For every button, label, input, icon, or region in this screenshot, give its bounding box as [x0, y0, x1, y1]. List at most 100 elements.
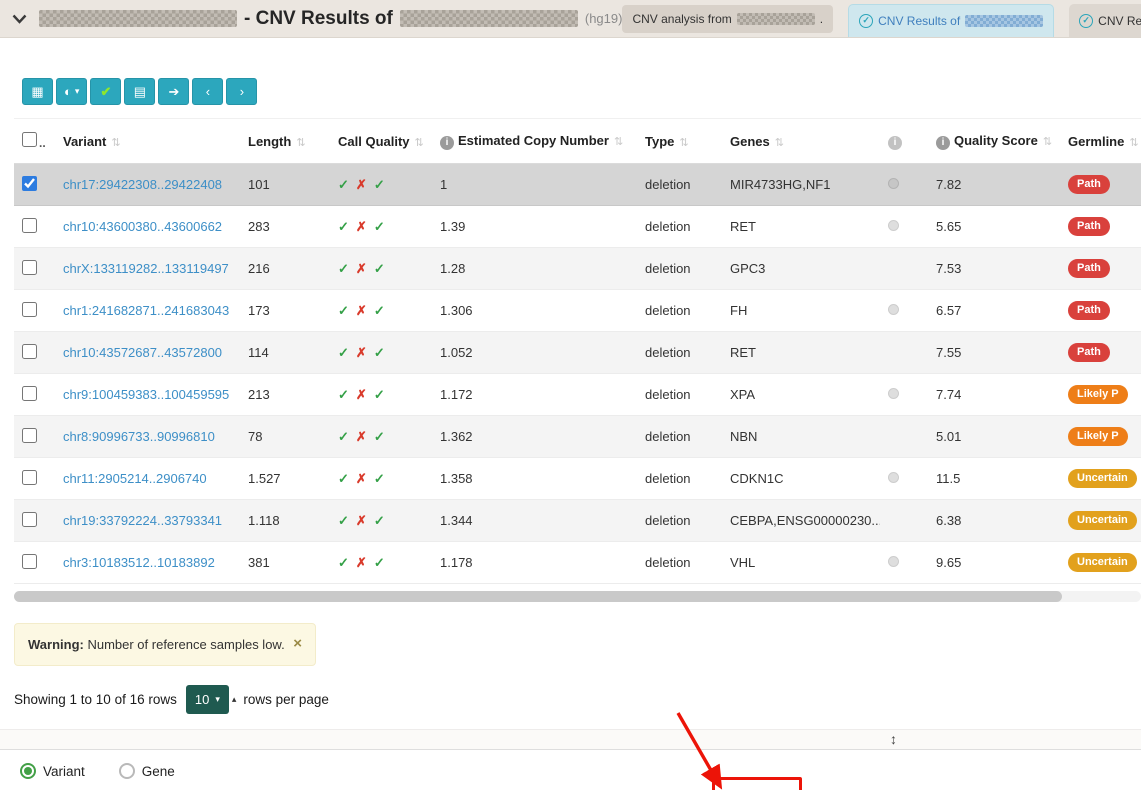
top-header-bar: - CNV Results of (hg19) CNV analysis fro… [0, 0, 1141, 38]
check-icon: ✓ [374, 261, 385, 276]
row-checkbox[interactable] [22, 386, 37, 401]
column-genes[interactable]: Genes⇅ [722, 119, 880, 164]
panel-splitter[interactable]: ↕ [0, 729, 1141, 750]
visibility-button[interactable]: ◐▾ [56, 78, 87, 105]
length-cell: 283 [240, 206, 330, 248]
row-checkbox[interactable] [22, 554, 37, 569]
row-checkbox[interactable] [22, 428, 37, 443]
row-checkbox[interactable] [22, 176, 37, 191]
sort-icon[interactable]: ⇅ [111, 137, 120, 149]
redacted-text [737, 13, 815, 25]
check-icon: ✓ [338, 177, 349, 192]
table-row[interactable]: chr11:2905214..2906740 1.527 ✓✗✓ 1.358 d… [14, 458, 1141, 500]
table-row[interactable]: chr1:241682871..241683043 173 ✓✗✓ 1.306 … [14, 290, 1141, 332]
column-quality-score[interactable]: iQuality Score⇅ [928, 119, 1060, 164]
tab-label: CNV Results of [878, 14, 960, 28]
table-row[interactable]: chr9:100459383..100459595 213 ✓✗✓ 1.172 … [14, 374, 1141, 416]
table-row[interactable]: chrX:133119282..133119497 216 ✓✗✓ 1.28 d… [14, 248, 1141, 290]
call-quality-cell: ✓✗✓ [330, 248, 432, 290]
sort-icon[interactable]: ⇅ [679, 137, 688, 149]
table-row[interactable]: chr10:43600380..43600662 283 ✓✗✓ 1.39 de… [14, 206, 1141, 248]
variant-link[interactable]: chr11:2905214..2906740 [63, 471, 207, 486]
germline-badge: Path [1068, 343, 1110, 362]
germline-cell: Uncertain [1060, 542, 1141, 584]
column-call-quality[interactable]: Call Quality⇅ [330, 119, 432, 164]
variant-link[interactable]: chr1:241682871..241683043 [63, 303, 229, 318]
variant-link[interactable]: chr17:29422308..29422408 [63, 177, 222, 192]
column-length[interactable]: Length⇅ [240, 119, 330, 164]
variant-link[interactable]: chr9:100459383..100459595 [63, 387, 229, 402]
cross-icon: ✗ [356, 177, 367, 192]
export-button[interactable]: ▤ [124, 78, 155, 105]
sort-icon[interactable]: ⇅ [296, 137, 305, 149]
resize-handle-icon[interactable]: ↕ [890, 731, 897, 747]
info-dot-cell [880, 248, 928, 290]
germline-cell: Uncertain [1060, 458, 1141, 500]
table-row[interactable]: chr3:10183512..10183892 381 ✓✗✓ 1.178 de… [14, 542, 1141, 584]
quality-score-cell: 9.65 [928, 542, 1060, 584]
next-page-button[interactable]: › [226, 78, 257, 105]
chevron-left-icon: ‹ [206, 84, 210, 99]
close-icon[interactable]: × [293, 637, 302, 650]
variant-link[interactable]: chr3:10183512..10183892 [63, 555, 215, 570]
column-type[interactable]: Type⇅ [637, 119, 722, 164]
type-cell: deletion [637, 416, 722, 458]
app-window: - CNV Results of (hg19) CNV analysis fro… [0, 0, 1141, 790]
check-icon: ✓ [338, 429, 349, 444]
row-checkbox[interactable] [22, 470, 37, 485]
copy-number-cell: 1.358 [432, 458, 637, 500]
sort-icon[interactable]: ⇅ [614, 136, 623, 148]
radio-variant[interactable]: Variant [20, 763, 85, 779]
genes-cell: RET [722, 332, 880, 374]
row-checkbox[interactable] [22, 512, 37, 527]
prev-page-button[interactable]: ‹ [192, 78, 223, 105]
length-cell: 1.527 [240, 458, 330, 500]
row-checkbox[interactable] [22, 260, 37, 275]
page-size-dropdown[interactable]: 10 ▾ [186, 685, 229, 714]
row-checkbox[interactable] [22, 344, 37, 359]
variant-link[interactable]: chr10:43600380..43600662 [63, 219, 222, 234]
validate-button[interactable]: ✔ [90, 78, 121, 105]
variant-link[interactable]: chr19:33792224..33793341 [63, 513, 222, 528]
sort-icon[interactable]: ⇅ [775, 137, 784, 149]
info-icon: i [440, 136, 454, 150]
table-row[interactable]: chr8:90996733..90996810 78 ✓✗✓ 1.362 del… [14, 416, 1141, 458]
scrollbar-thumb[interactable] [14, 591, 1062, 602]
column-variant[interactable]: Variant⇅ [55, 119, 240, 164]
tab-cnv-analysis[interactable]: CNV analysis from . [622, 5, 833, 33]
quality-score-cell: 7.82 [928, 164, 1060, 206]
germline-cell: Path [1060, 206, 1141, 248]
sort-icon[interactable]: ⇅ [1129, 137, 1138, 149]
copy-number-cell: 1.306 [432, 290, 637, 332]
radio-icon[interactable] [20, 763, 36, 779]
sort-icon[interactable]: ⇅ [415, 137, 424, 149]
type-cell: deletion [637, 290, 722, 332]
collapse-chevron-icon[interactable] [12, 14, 27, 24]
variant-link[interactable]: chr8:90996733..90996810 [63, 429, 215, 444]
quality-score-cell: 5.01 [928, 416, 1060, 458]
radio-icon[interactable] [119, 763, 135, 779]
genes-cell: CEBPA,ENSG00000230... [722, 500, 880, 542]
tab-cnv-results[interactable]: ✓ CNV Results of [1069, 4, 1141, 38]
table-row[interactable]: chr10:43572687..43572800 114 ✓✗✓ 1.052 d… [14, 332, 1141, 374]
columns-button[interactable]: ▦ [22, 78, 53, 105]
row-checkbox[interactable] [22, 218, 37, 233]
column-copy-number[interactable]: iEstimated Copy Number⇅ [432, 119, 637, 164]
send-button[interactable]: ➔ [158, 78, 189, 105]
row-checkbox[interactable] [22, 302, 37, 317]
column-germline[interactable]: Germline⇅ [1060, 119, 1141, 164]
germline-cell: Likely P [1060, 374, 1141, 416]
tab-label: CNV analysis from [632, 12, 731, 26]
variant-link[interactable]: chrX:133119282..133119497 [63, 261, 229, 276]
horizontal-scrollbar[interactable] [14, 591, 1141, 602]
variant-link[interactable]: chr10:43572687..43572800 [63, 345, 222, 360]
table-row[interactable]: chr19:33792224..33793341 1.118 ✓✗✓ 1.344… [14, 500, 1141, 542]
tab-cnv-results-active[interactable]: ✓ CNV Results of [848, 4, 1054, 38]
select-all-checkbox[interactable] [22, 132, 37, 147]
table-row[interactable]: chr17:29422308..29422408 101 ✓✗✓ 1 delet… [14, 164, 1141, 206]
germline-badge: Path [1068, 301, 1110, 320]
check-icon: ✔ [100, 84, 111, 100]
radio-gene[interactable]: Gene [119, 763, 175, 779]
sort-icon[interactable]: ⇅ [1043, 136, 1052, 148]
select-all-header: .. [14, 119, 55, 164]
